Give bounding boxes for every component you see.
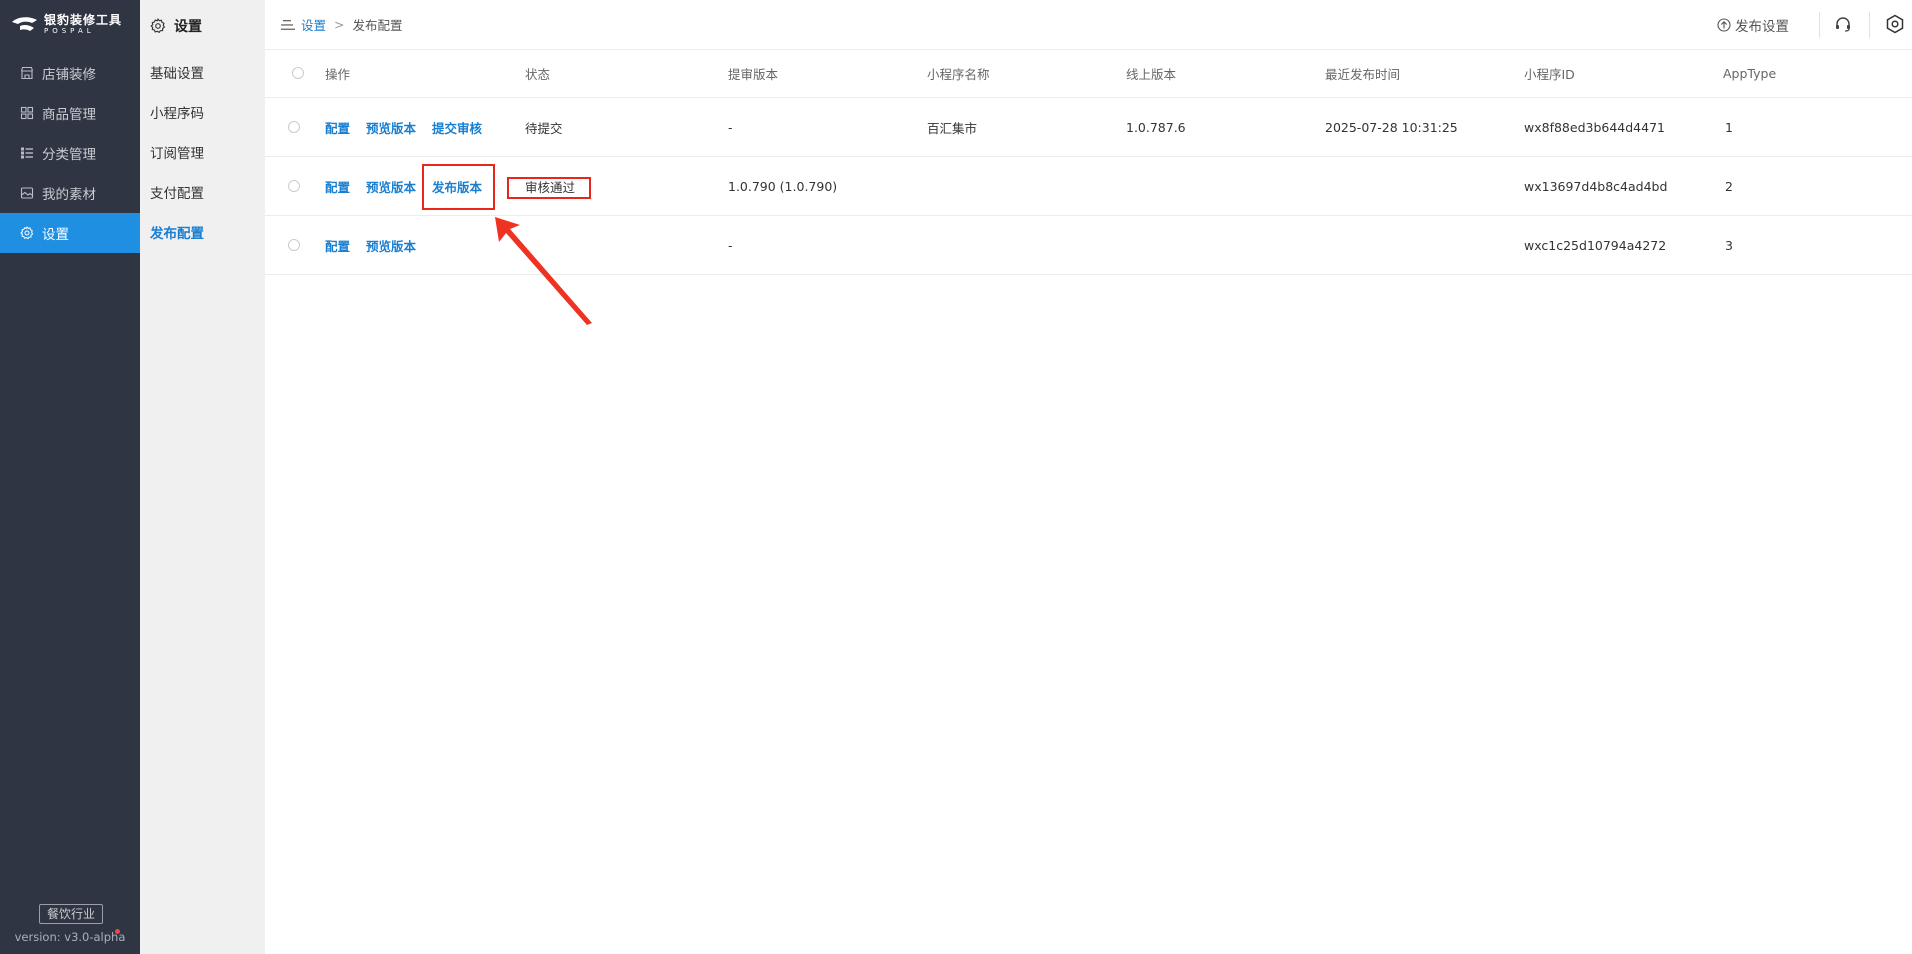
headset-icon[interactable]: [1832, 13, 1854, 35]
gear-icon: [150, 18, 166, 34]
sidebar-item-categories[interactable]: 分类管理: [0, 133, 140, 173]
breadcrumb: 设置 > 发布配置: [281, 0, 403, 49]
online-version-text: 1.0.787.6: [1126, 119, 1186, 135]
preview-version-link[interactable]: 预览版本: [366, 177, 416, 196]
subnav-item-subscription[interactable]: 订阅管理: [140, 132, 265, 172]
sidebar-item-settings[interactable]: 设置: [0, 213, 140, 253]
column-header-status: 状态: [525, 66, 551, 82]
upload-icon: [1717, 17, 1731, 32]
app-type-text: 2: [1725, 178, 1733, 194]
main-sidebar: 银豹装修工具 POSPAL 店铺装修 商品管理 分类管理 我的素材 设置 餐饮行…: [0, 0, 140, 954]
list-icon: [20, 146, 34, 160]
sidebar-item-label: 我的素材: [42, 187, 96, 203]
industry-badge[interactable]: 餐饮行业: [39, 904, 103, 924]
app-id-text: wx13697d4b8c4ad4bd: [1524, 178, 1668, 194]
status-text: 待提交: [525, 120, 563, 136]
table-header: 操作 状态 提审版本 小程序名称 线上版本 最近发布时间 小程序ID AppTy…: [265, 49, 1912, 98]
pospal-logo-icon: [12, 17, 37, 31]
breadcrumb-settings[interactable]: 设置: [301, 15, 326, 34]
sidebar-item-products[interactable]: 商品管理: [0, 93, 140, 133]
publish-config-table: 操作 状态 提审版本 小程序名称 线上版本 最近发布时间 小程序ID AppTy…: [265, 49, 1912, 275]
divider: [1869, 12, 1870, 38]
row-select-radio[interactable]: [288, 121, 300, 133]
column-header-app-type: AppType: [1723, 65, 1777, 81]
gear-icon: [20, 226, 34, 240]
subnav-title-label: 设置: [174, 19, 202, 35]
menu-toggle-icon[interactable]: [281, 19, 295, 31]
column-header-online-version: 线上版本: [1126, 66, 1177, 82]
sidebar-item-store-decoration[interactable]: 店铺装修: [0, 53, 140, 93]
submit-version-text: -: [728, 119, 733, 135]
status-text: 审核通过: [525, 179, 576, 195]
publish-settings-label: 发布设置: [1735, 18, 1789, 35]
top-bar: 设置 > 发布配置 发布设置: [265, 0, 1912, 50]
breadcrumb-separator: >: [334, 17, 345, 32]
column-header-last-publish: 最近发布时间: [1325, 66, 1401, 82]
config-link[interactable]: 配置: [325, 177, 350, 196]
table-row: 配置 预览版本 发布版本 审核通过 1.0.790 (1.0.790) wx13…: [265, 157, 1912, 216]
subnav-title: 设置: [140, 0, 265, 52]
app-id-text: wx8f88ed3b644d4471: [1524, 119, 1665, 135]
brand-name-en: POSPAL: [44, 26, 95, 35]
breadcrumb-current: 发布配置: [352, 18, 403, 33]
sidebar-item-label: 商品管理: [42, 107, 96, 123]
app-type-text: 3: [1725, 237, 1733, 253]
publish-settings-button[interactable]: 发布设置: [1717, 0, 1789, 49]
brand-name: 银豹装修工具: [44, 12, 123, 27]
last-publish-text: 2025-07-28 10:31:25: [1325, 119, 1458, 135]
column-header-app-id: 小程序ID: [1524, 66, 1575, 82]
grid-icon: [20, 106, 34, 120]
preview-version-link[interactable]: 预览版本: [366, 118, 416, 137]
logo: 银豹装修工具 POSPAL: [10, 12, 122, 36]
column-header-actions: 操作: [325, 66, 351, 82]
sidebar-nav: 店铺装修 商品管理 分类管理 我的素材 设置: [0, 53, 140, 253]
app-name-text: 百汇集市: [927, 120, 978, 136]
sidebar-item-label: 店铺装修: [42, 67, 96, 83]
submit-version-text: -: [728, 237, 733, 253]
subnav-item-mini-program-code[interactable]: 小程序码: [140, 92, 265, 132]
select-all-radio[interactable]: [292, 67, 304, 79]
app-type-text: 1: [1725, 119, 1733, 135]
row-select-radio[interactable]: [288, 180, 300, 192]
column-header-app-name: 小程序名称: [927, 66, 990, 82]
preview-version-link[interactable]: 预览版本: [366, 236, 416, 255]
subnav-item-publish-config[interactable]: 发布配置: [140, 212, 265, 252]
sidebar-item-materials[interactable]: 我的素材: [0, 173, 140, 213]
sidebar-item-label: 设置: [42, 227, 69, 243]
config-link[interactable]: 配置: [325, 236, 350, 255]
subnav-item-basic-settings[interactable]: 基础设置: [140, 52, 265, 92]
column-header-submit-version: 提审版本: [728, 66, 779, 82]
notification-dot: [115, 929, 120, 934]
config-link[interactable]: 配置: [325, 118, 350, 137]
row-select-radio[interactable]: [288, 239, 300, 251]
submit-review-link[interactable]: 提交审核: [432, 118, 482, 137]
app-id-text: wxc1c25d10794a4272: [1524, 237, 1667, 253]
table-row: 配置 预览版本 - wxc1c25d10794a4272 3: [265, 216, 1912, 275]
publish-version-link[interactable]: 发布版本: [432, 177, 482, 196]
table-row: 配置 预览版本 提交审核 待提交 - 百汇集市 1.0.787.6 2025-0…: [265, 98, 1912, 157]
settings-subnav: 设置 基础设置 小程序码 订阅管理 支付配置 发布配置: [140, 0, 265, 954]
image-icon: [20, 186, 34, 200]
sidebar-item-label: 分类管理: [42, 147, 96, 163]
subnav-item-payment[interactable]: 支付配置: [140, 172, 265, 212]
divider: [1819, 12, 1820, 38]
submit-version-text: 1.0.790 (1.0.790): [728, 178, 838, 194]
settings-hex-icon[interactable]: [1884, 13, 1906, 35]
store-icon: [20, 66, 34, 80]
